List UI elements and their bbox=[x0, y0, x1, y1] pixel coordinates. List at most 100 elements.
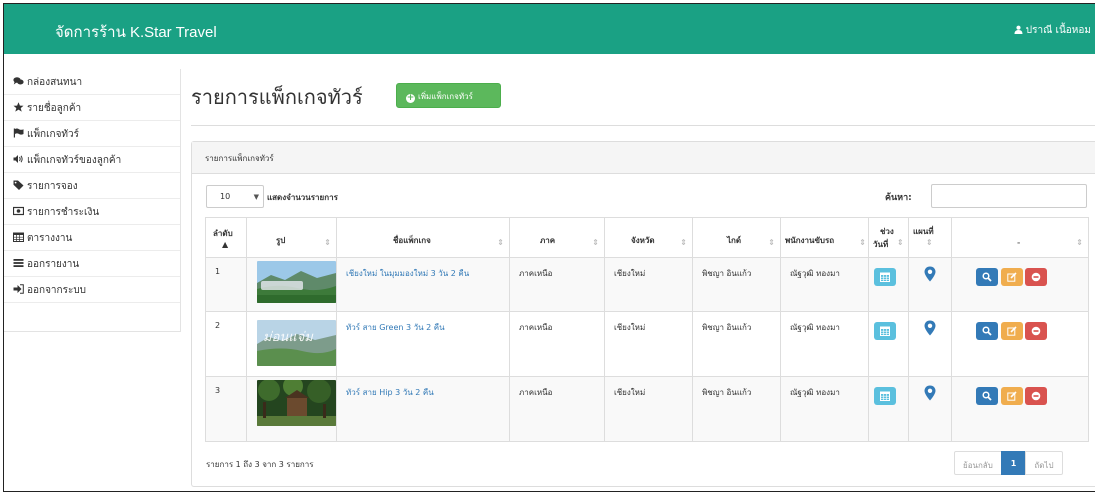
column-header-picture[interactable]: รูป ⇕ bbox=[246, 217, 337, 258]
page-length-select[interactable]: 10 ▼ bbox=[206, 185, 264, 208]
cell-picture bbox=[246, 257, 337, 312]
map-marker-icon[interactable] bbox=[924, 266, 936, 282]
edit-button[interactable] bbox=[1000, 268, 1023, 286]
delete-button[interactable] bbox=[1025, 268, 1048, 286]
cell-name: ทัวร์ สาย Green 3 วัน 2 คืน bbox=[336, 311, 510, 377]
cell-actions bbox=[951, 376, 1089, 442]
flag-icon bbox=[13, 128, 24, 138]
comments-icon bbox=[13, 76, 24, 86]
header-label: ภาค bbox=[540, 236, 556, 245]
sidebar-item-tour-packages[interactable]: แพ็กเกจทัวร์ bbox=[4, 121, 180, 147]
sidebar-item-label: กล่องสนทนา bbox=[27, 77, 83, 88]
cell-period bbox=[868, 376, 909, 442]
package-link[interactable]: ทัวร์ สาย Green 3 วัน 2 คืน bbox=[346, 323, 445, 332]
map-marker-icon[interactable] bbox=[924, 320, 936, 336]
cell-driver: ณัฐวุฒิ ทองมา bbox=[780, 311, 869, 377]
cell-guide: พิชญา อินแก้ว bbox=[692, 257, 781, 312]
package-image[interactable]: ม่อนแจ่ม bbox=[257, 320, 336, 366]
minus-circle-icon bbox=[1031, 326, 1041, 336]
minus-circle-icon bbox=[1031, 391, 1041, 401]
sidebar-item-bookings[interactable]: รายการจอง bbox=[4, 173, 180, 199]
column-header-guide[interactable]: ไกด์ ⇕ bbox=[692, 217, 781, 258]
cell-region: ภาคเหนือ bbox=[509, 376, 605, 442]
header-label-line2: วันที่ bbox=[873, 240, 889, 249]
list-icon bbox=[13, 258, 24, 268]
view-button[interactable] bbox=[976, 387, 998, 405]
sort-icon: ⇕ bbox=[859, 238, 866, 247]
pagination-next[interactable]: ถัดไป bbox=[1025, 451, 1063, 475]
sidebar-item-label: ตารางงาน bbox=[27, 233, 73, 244]
cell-region: ภาคเหนือ bbox=[509, 311, 605, 377]
add-package-label: เพิ่มแพ็กเกจทัวร์ bbox=[418, 92, 473, 101]
edit-button[interactable] bbox=[1000, 322, 1023, 340]
calendar-icon bbox=[880, 326, 890, 336]
tag-icon bbox=[13, 180, 24, 190]
sidebar-item-logout[interactable]: ออกจากระบบ bbox=[4, 277, 180, 303]
column-header-province[interactable]: จังหวัด ⇕ bbox=[604, 217, 693, 258]
column-header-map[interactable]: แผนที่ ⇕ bbox=[908, 217, 952, 258]
period-dates-button[interactable] bbox=[874, 268, 896, 286]
package-link[interactable]: ทัวร์ สาย Hip 3 วัน 2 คืน bbox=[346, 388, 434, 397]
sidebar-item-customers[interactable]: รายชื่อลูกค้า bbox=[4, 95, 180, 121]
sidebar-item-chat[interactable]: กล่องสนทนา bbox=[4, 69, 180, 95]
column-header-region[interactable]: ภาค ⇕ bbox=[509, 217, 605, 258]
delete-button[interactable] bbox=[1025, 387, 1048, 405]
header-label: พนักงานขับรถ bbox=[785, 236, 835, 245]
search-icon bbox=[982, 272, 992, 282]
sidebar-menu: กล่องสนทนา รายชื่อลูกค้า แพ็กเกจทัวร์ แพ… bbox=[4, 69, 181, 332]
user-menu[interactable]: ปราณี เนื้อหอม bbox=[1014, 23, 1091, 38]
sidebar-item-label: แพ็กเกจทัวร์ bbox=[27, 129, 80, 140]
sidebar-item-reports[interactable]: ออกรายงาน bbox=[4, 251, 180, 277]
brand-title[interactable]: จัดการร้าน K.Star Travel bbox=[55, 20, 217, 44]
sidebar-item-label: ออกรายงาน bbox=[27, 259, 80, 270]
cell-name: เชียงใหม่ ในมุมมองใหม่ 3 วัน 2 คืน bbox=[336, 257, 510, 312]
search-icon bbox=[982, 391, 992, 401]
pagination: ย้อนกลับ 1 ถัดไป bbox=[954, 451, 1063, 475]
column-header-actions[interactable]: - ⇕ bbox=[951, 217, 1089, 258]
column-header-name[interactable]: ชื่อแพ็กเกจ ⇕ bbox=[336, 217, 510, 258]
svg-text:ม่อนแจ่ม: ม่อนแจ่ม bbox=[263, 330, 314, 345]
sidebar-item-schedule[interactable]: ตารางงาน bbox=[4, 225, 180, 251]
search-input[interactable] bbox=[931, 184, 1087, 208]
sidebar-item-label: แพ็กเกจทัวร์ของลูกค้า bbox=[27, 155, 122, 166]
period-dates-button[interactable] bbox=[874, 387, 896, 405]
column-header-driver[interactable]: พนักงานขับรถ ⇕ bbox=[780, 217, 869, 258]
cell-actions bbox=[951, 257, 1089, 312]
map-marker-icon[interactable] bbox=[924, 385, 936, 401]
pagination-page-1[interactable]: 1 bbox=[1000, 451, 1027, 475]
column-header-no[interactable]: ลำดับ ▲ bbox=[205, 217, 247, 258]
view-button[interactable] bbox=[976, 322, 998, 340]
cell-actions bbox=[951, 311, 1089, 377]
edit-button[interactable] bbox=[1000, 387, 1023, 405]
page-length-label: แสดงจำนวนรายการ bbox=[267, 193, 338, 202]
table-row: 3 ทัวร์ สาย Hip 3 วัน 2 คืน ภาคเหนือ เชี… bbox=[205, 376, 1089, 442]
view-button[interactable] bbox=[976, 268, 998, 286]
sidebar-item-label: รายการจอง bbox=[27, 181, 78, 192]
table-header-row: ลำดับ ▲ รูป ⇕ ชื่อแพ็กเกจ ⇕ ภาค ⇕ จังหวั… bbox=[205, 217, 1089, 258]
user-icon bbox=[1014, 25, 1023, 34]
package-image[interactable] bbox=[257, 261, 336, 303]
header-label: แผนที่ bbox=[913, 227, 934, 236]
add-package-button[interactable]: + เพิ่มแพ็กเกจทัวร์ bbox=[396, 83, 501, 108]
sidebar-item-payments[interactable]: รายการชำระเงิน bbox=[4, 199, 180, 225]
cell-picture: ม่อนแจ่ม bbox=[246, 311, 337, 377]
sort-icon: ⇕ bbox=[324, 238, 331, 247]
sidebar-item-customer-packages[interactable]: แพ็กเกจทัวร์ของลูกค้า bbox=[4, 147, 180, 173]
column-header-period[interactable]: ช่วง วันที่ ⇕ bbox=[868, 217, 909, 258]
header-label: - bbox=[1017, 238, 1021, 247]
pagination-prev[interactable]: ย้อนกลับ bbox=[954, 451, 1002, 475]
chevron-down-icon: ▼ bbox=[253, 193, 259, 201]
period-dates-button[interactable] bbox=[874, 322, 896, 340]
search-icon bbox=[982, 326, 992, 336]
star-icon bbox=[13, 102, 24, 112]
package-image[interactable] bbox=[257, 380, 336, 426]
package-link[interactable]: เชียงใหม่ ในมุมมองใหม่ 3 วัน 2 คืน bbox=[346, 269, 469, 278]
cell-province: เชียงใหม่ bbox=[604, 311, 693, 377]
cell-map bbox=[908, 311, 952, 377]
delete-button[interactable] bbox=[1025, 322, 1048, 340]
money-icon bbox=[13, 206, 24, 216]
cell-province: เชียงใหม่ bbox=[604, 257, 693, 312]
page-title: รายการแพ็กเกจทัวร์ bbox=[191, 85, 363, 109]
cell-name: ทัวร์ สาย Hip 3 วัน 2 คืน bbox=[336, 376, 510, 442]
cell-no: 3 bbox=[205, 376, 247, 442]
